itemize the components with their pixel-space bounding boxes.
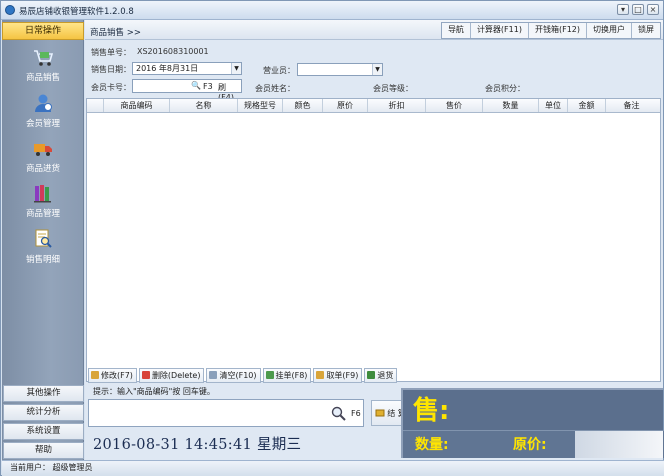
- truck-icon: [34, 144, 52, 156]
- sidebar-statistics[interactable]: 统计分析: [3, 404, 84, 421]
- retrieve-label: 取单(F9): [326, 370, 359, 380]
- sidebar-item-label: 销售明细: [25, 255, 60, 265]
- open-cashbox-button[interactable]: 开钱箱(F12): [529, 23, 587, 38]
- order-no-label: 销售单号：: [91, 48, 131, 57]
- sale-amount-label: 售:: [413, 396, 450, 426]
- hold-icon: [265, 371, 274, 379]
- sidebar-item-purchase[interactable]: 商品进货: [2, 137, 84, 174]
- switch-user-button[interactable]: 切换用户: [587, 23, 632, 38]
- customer-display: 售: 数量: 原价:: [401, 388, 664, 458]
- app-logo-icon: [5, 5, 15, 15]
- edit-button[interactable]: 修改(F7): [88, 367, 137, 383]
- breadcrumb: 商品销售 >>: [90, 28, 141, 38]
- column-header[interactable]: 颜色: [283, 99, 323, 112]
- scan-shortcut: F6: [351, 409, 361, 418]
- card-label: 会员卡号：: [91, 83, 131, 92]
- member-card-input[interactable]: 🔍 F3 刷(F4): [132, 79, 242, 102]
- cart-icon: [34, 50, 54, 66]
- member-points-label: 会员积分：: [485, 84, 525, 93]
- sidebar-help[interactable]: 帮助: [3, 442, 84, 459]
- clear-button[interactable]: 清空(F10): [206, 367, 261, 383]
- clear-icon: [209, 371, 218, 379]
- maximize-button[interactable]: □: [632, 4, 644, 15]
- sidebar: 日常操作 商品销售 会员管理 商品进货 商品管理 销售明细 其他操作 统计分析 …: [2, 20, 84, 460]
- toolbar: 导航 计算器(F11) 开钱箱(F12) 切换用户 锁屏: [440, 22, 661, 39]
- column-header[interactable]: 名称: [170, 99, 238, 112]
- delete-label: 删除(Delete): [151, 370, 201, 380]
- minimize-button[interactable]: ▾: [617, 4, 629, 15]
- edit-icon: [91, 371, 99, 379]
- original-price-label: 原价:: [513, 437, 547, 453]
- delete-icon: [141, 371, 150, 379]
- status-bar: 当前用户： 超级管理员: [2, 460, 664, 476]
- sidebar-other-ops[interactable]: 其他操作: [3, 385, 84, 402]
- sidebar-item-label: 会员管理: [25, 119, 60, 129]
- quantity-label: 数量:: [415, 437, 449, 453]
- settle-icon: [375, 409, 385, 417]
- return-label: 退货: [377, 370, 394, 380]
- member-icon: [35, 94, 52, 112]
- return-icon: [367, 371, 376, 379]
- lock-screen-button[interactable]: 锁屏: [632, 23, 660, 38]
- column-header[interactable]: 规格型号: [238, 99, 283, 112]
- product-code-input[interactable]: F6: [88, 399, 364, 427]
- grid-header: 商品编码 名称 规格型号 颜色 原价 折扣 售价 数量 单位 金额 备注: [87, 99, 660, 113]
- scan-hint: 提示：输入"商品编码"按 回车键。: [93, 387, 215, 396]
- close-button[interactable]: ×: [647, 4, 659, 15]
- window-title: 易辰店铺收银管理软件1.2.0.8: [19, 7, 134, 17]
- column-header[interactable]: 售价: [426, 99, 483, 112]
- window-controls: ▾ □ ×: [617, 4, 659, 15]
- column-header[interactable]: 金额: [568, 99, 606, 112]
- sidebar-item-label: 商品销售: [25, 73, 60, 83]
- action-toolbar: 修改(F7) 删除(Delete) 清空(F10) 挂单(F8) 取单(F9) …: [88, 366, 660, 384]
- calculator-button[interactable]: 计算器(F11): [471, 23, 529, 38]
- content-header: 商品销售 >> 导航 计算器(F11) 开钱箱(F12) 切换用户 锁屏: [85, 20, 663, 40]
- clerk-select[interactable]: ▼: [297, 63, 383, 76]
- app-window: 易辰店铺收银管理软件1.2.0.8 ▾ □ × 日常操作 商品销售 会员管理 商…: [0, 0, 664, 476]
- column-header[interactable]: [87, 99, 104, 112]
- date-label: 销售日期：: [91, 65, 131, 74]
- sidebar-item-label: 商品管理: [25, 209, 60, 219]
- clerk-label: 营业员：: [263, 66, 295, 75]
- column-header[interactable]: 数量: [483, 99, 539, 112]
- date-value: 2016 年8月31日: [136, 64, 199, 73]
- main-panel: 商品销售 >> 导航 计算器(F11) 开钱箱(F12) 切换用户 锁屏 销售单…: [85, 20, 664, 460]
- card-shortcut: F3: [203, 82, 213, 91]
- date-picker[interactable]: 2016 年8月31日 ▼: [132, 62, 242, 75]
- clock: 2016-08-31 14:45:41 星期三: [93, 437, 302, 453]
- delete-button[interactable]: 删除(Delete): [138, 367, 205, 383]
- member-level-label: 会员等级：: [373, 84, 413, 93]
- column-header[interactable]: 单位: [539, 99, 568, 112]
- sidebar-header[interactable]: 日常操作: [2, 22, 84, 40]
- member-name-label: 会员姓名：: [255, 84, 295, 93]
- sidebar-settings[interactable]: 系统设置: [3, 423, 84, 440]
- retrieve-icon: [316, 371, 325, 379]
- sidebar-item-members[interactable]: 会员管理: [2, 92, 84, 129]
- column-header[interactable]: 折扣: [368, 99, 426, 112]
- sidebar-item-sales[interactable]: 商品销售: [2, 46, 84, 83]
- column-header[interactable]: 商品编码: [104, 99, 170, 112]
- clear-label: 清空(F10): [219, 370, 257, 380]
- hold-order-button[interactable]: 挂单(F8): [262, 367, 312, 383]
- title-bar: 易辰店铺收银管理软件1.2.0.8 ▾ □ ×: [1, 1, 663, 20]
- return-button[interactable]: 退货: [364, 367, 398, 383]
- navigate-button[interactable]: 导航: [442, 23, 471, 38]
- order-no-value: XS201608310001: [137, 47, 209, 56]
- chevron-down-icon[interactable]: ▼: [372, 64, 382, 75]
- column-header[interactable]: 原价: [323, 99, 368, 112]
- edit-label: 修改(F7): [101, 370, 133, 380]
- column-header[interactable]: 备注: [606, 99, 657, 112]
- document-search-icon: [35, 229, 52, 248]
- sidebar-item-products[interactable]: 商品管理: [2, 182, 84, 219]
- sidebar-item-sales-detail[interactable]: 销售明细: [2, 228, 84, 265]
- search-icon[interactable]: [331, 406, 347, 422]
- card-lookup-icon[interactable]: 🔍: [191, 81, 201, 90]
- retrieve-order-button[interactable]: 取单(F9): [313, 367, 363, 383]
- hold-label: 挂单(F8): [275, 370, 308, 380]
- sales-grid[interactable]: 商品编码 名称 规格型号 颜色 原价 折扣 售价 数量 单位 金额 备注: [86, 98, 661, 382]
- chevron-down-icon[interactable]: ▼: [231, 63, 241, 74]
- sidebar-item-label: 商品进货: [25, 164, 60, 174]
- display-blank-area: [575, 431, 663, 458]
- books-icon: [34, 185, 51, 203]
